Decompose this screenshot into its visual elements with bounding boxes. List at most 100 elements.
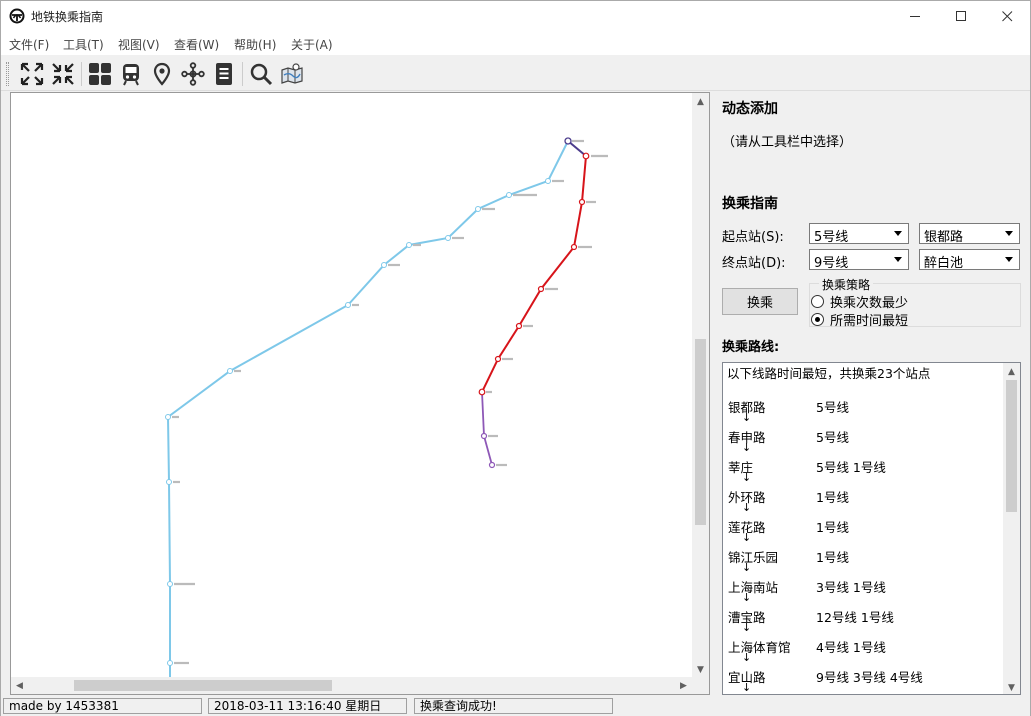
map-horizontal-scroll-thumb[interactable] xyxy=(74,680,332,691)
station-node[interactable] xyxy=(165,414,171,420)
map-button[interactable] xyxy=(279,61,305,87)
toolbar xyxy=(1,56,1030,91)
route-vertical-scrollbar[interactable]: ▲ ▼ xyxy=(1003,363,1020,694)
station-node[interactable] xyxy=(478,388,486,396)
down-arrow-icon: ↓ xyxy=(742,681,752,694)
scroll-left-icon[interactable]: ◀ xyxy=(11,677,28,694)
route-stop-lines: 5号线 xyxy=(816,400,849,415)
train-icon xyxy=(123,64,139,86)
station-node[interactable] xyxy=(564,137,572,145)
scroll-down-icon[interactable]: ▼ xyxy=(1003,679,1020,694)
route-stop-lines: 9号线 3号线 4号线 xyxy=(816,670,923,685)
metro-logo-icon xyxy=(9,8,25,24)
menu-look[interactable]: 查看(W) xyxy=(174,36,219,53)
map-vertical-scroll-thumb[interactable] xyxy=(695,339,706,525)
menu-file[interactable]: 文件(F) xyxy=(9,36,49,53)
scroll-up-icon[interactable]: ▲ xyxy=(1003,363,1020,380)
map-canvas[interactable] xyxy=(11,93,692,678)
search-icon xyxy=(250,63,273,86)
station-node[interactable] xyxy=(480,432,488,440)
strategy-option-fewest-transfers[interactable]: 换乘次数最少 xyxy=(811,292,908,311)
list-button[interactable] xyxy=(211,61,237,87)
minimize-button[interactable] xyxy=(892,1,938,31)
menu-help[interactable]: 帮助(H) xyxy=(234,36,276,53)
station-node[interactable] xyxy=(406,242,412,248)
chevron-down-icon xyxy=(1005,257,1013,262)
zoom-out-button[interactable] xyxy=(50,61,76,87)
connection-button[interactable] xyxy=(180,61,206,87)
map-icon xyxy=(281,63,303,84)
route-stop-row: 锦江乐园 1号线 ↓ xyxy=(726,547,1000,577)
train-button[interactable] xyxy=(118,61,144,87)
station-node[interactable] xyxy=(381,262,387,268)
route-stop-name: 上海南站 xyxy=(728,580,779,595)
zoom-in-button[interactable] xyxy=(19,61,45,87)
station-node[interactable] xyxy=(545,178,551,184)
station-node[interactable] xyxy=(167,660,173,666)
station-node[interactable] xyxy=(488,461,496,469)
station-node[interactable] xyxy=(494,355,502,363)
search-button[interactable] xyxy=(248,61,274,87)
start-line-value: 5号线 xyxy=(814,230,849,245)
map-vertical-scrollbar[interactable]: ▲ ▼ xyxy=(692,93,709,678)
route-scroll-thumb[interactable] xyxy=(1006,380,1017,512)
station-node[interactable] xyxy=(515,322,523,330)
route-list[interactable]: 以下线路时间最短，共换乘23个站点 银都路 5号线 ↓ 春申路 5号线 ↓ 莘庄 5号线 1号… xyxy=(722,362,1021,695)
station-node[interactable] xyxy=(578,198,586,206)
radio-icon[interactable] xyxy=(811,295,824,308)
start-line-select[interactable]: 5号线 xyxy=(809,223,909,245)
metro-line-purple xyxy=(481,391,493,466)
start-station-select[interactable]: 银都路 xyxy=(919,223,1020,245)
route-stop-lines: 1号线 xyxy=(816,490,849,505)
strategy-option-label: 所需时间最短 xyxy=(830,314,909,329)
toolbar-grip[interactable] xyxy=(6,62,9,86)
layout-button[interactable] xyxy=(87,61,113,87)
route-stop-row: 外环路 1号线 ↓ xyxy=(726,487,1000,517)
station-node[interactable] xyxy=(167,581,173,587)
end-line-select[interactable]: 9号线 xyxy=(809,249,909,271)
station-node[interactable] xyxy=(445,235,451,241)
station-node[interactable] xyxy=(537,285,545,293)
route-stops: 银都路 5号线 ↓ 春申路 5号线 ↓ 莘庄 5号线 1号线 ↓ 外环路 1号线 ↓ 莲花路 1号线 ↓ 锦江… xyxy=(726,397,1000,694)
transfer-button[interactable]: 换乘 xyxy=(722,288,798,315)
metro-line-blue xyxy=(166,140,569,678)
radio-selected-icon[interactable] xyxy=(811,313,824,326)
down-arrow-icon: ↓ xyxy=(742,621,752,634)
station-node[interactable] xyxy=(166,479,172,485)
route-content: 以下线路时间最短，共换乘23个站点 银都路 5号线 ↓ 春申路 5号线 ↓ 莘庄 5号线 1号… xyxy=(723,363,1003,695)
down-arrow-icon: ↓ xyxy=(742,441,752,454)
station-button[interactable] xyxy=(149,61,175,87)
strategy-title: 换乘策略 xyxy=(819,276,874,293)
strategy-option-shortest-time[interactable]: 所需时间最短 xyxy=(811,310,908,329)
status-author: made by 1453381 xyxy=(3,698,202,714)
station-node[interactable] xyxy=(506,192,512,198)
map-horizontal-scrollbar[interactable]: ◀ ▶ xyxy=(11,677,692,694)
scroll-right-icon[interactable]: ▶ xyxy=(675,677,692,694)
station-node[interactable] xyxy=(582,152,590,160)
close-icon xyxy=(1001,10,1012,21)
station-node[interactable] xyxy=(475,206,481,212)
maximize-button[interactable] xyxy=(938,1,984,31)
end-station-select[interactable]: 醉白池 xyxy=(919,249,1020,271)
scroll-down-icon[interactable]: ▼ xyxy=(692,661,709,678)
station-node[interactable] xyxy=(345,302,351,308)
guide-title: 换乘指南 xyxy=(722,196,778,212)
end-station-value: 醉白池 xyxy=(924,256,964,271)
scrollbar-corner xyxy=(692,677,709,694)
close-button[interactable] xyxy=(984,1,1030,31)
metro-map[interactable] xyxy=(11,93,692,678)
app-window: 地铁换乘指南 文件(F) 工具(T) 视图(V) 查看(W) 帮助(H) 关于(… xyxy=(0,0,1031,716)
station-node[interactable] xyxy=(227,368,233,374)
station-node[interactable] xyxy=(570,243,578,251)
map-view[interactable]: ▲ ▼ ◀ ▶ xyxy=(10,92,710,695)
menu-about[interactable]: 关于(A) xyxy=(291,36,333,53)
menu-bar: 文件(F) 工具(T) 视图(V) 查看(W) 帮助(H) 关于(A) xyxy=(1,31,1030,55)
route-stop-lines: 1号线 xyxy=(816,520,849,535)
scroll-up-icon[interactable]: ▲ xyxy=(692,93,709,110)
menu-tools[interactable]: 工具(T) xyxy=(63,36,104,53)
route-stop-lines: 1号线 xyxy=(816,550,849,565)
expand-icon xyxy=(20,62,44,86)
menu-view[interactable]: 视图(V) xyxy=(118,36,160,53)
down-arrow-icon: ↓ xyxy=(742,471,752,484)
minimize-icon xyxy=(909,15,920,17)
